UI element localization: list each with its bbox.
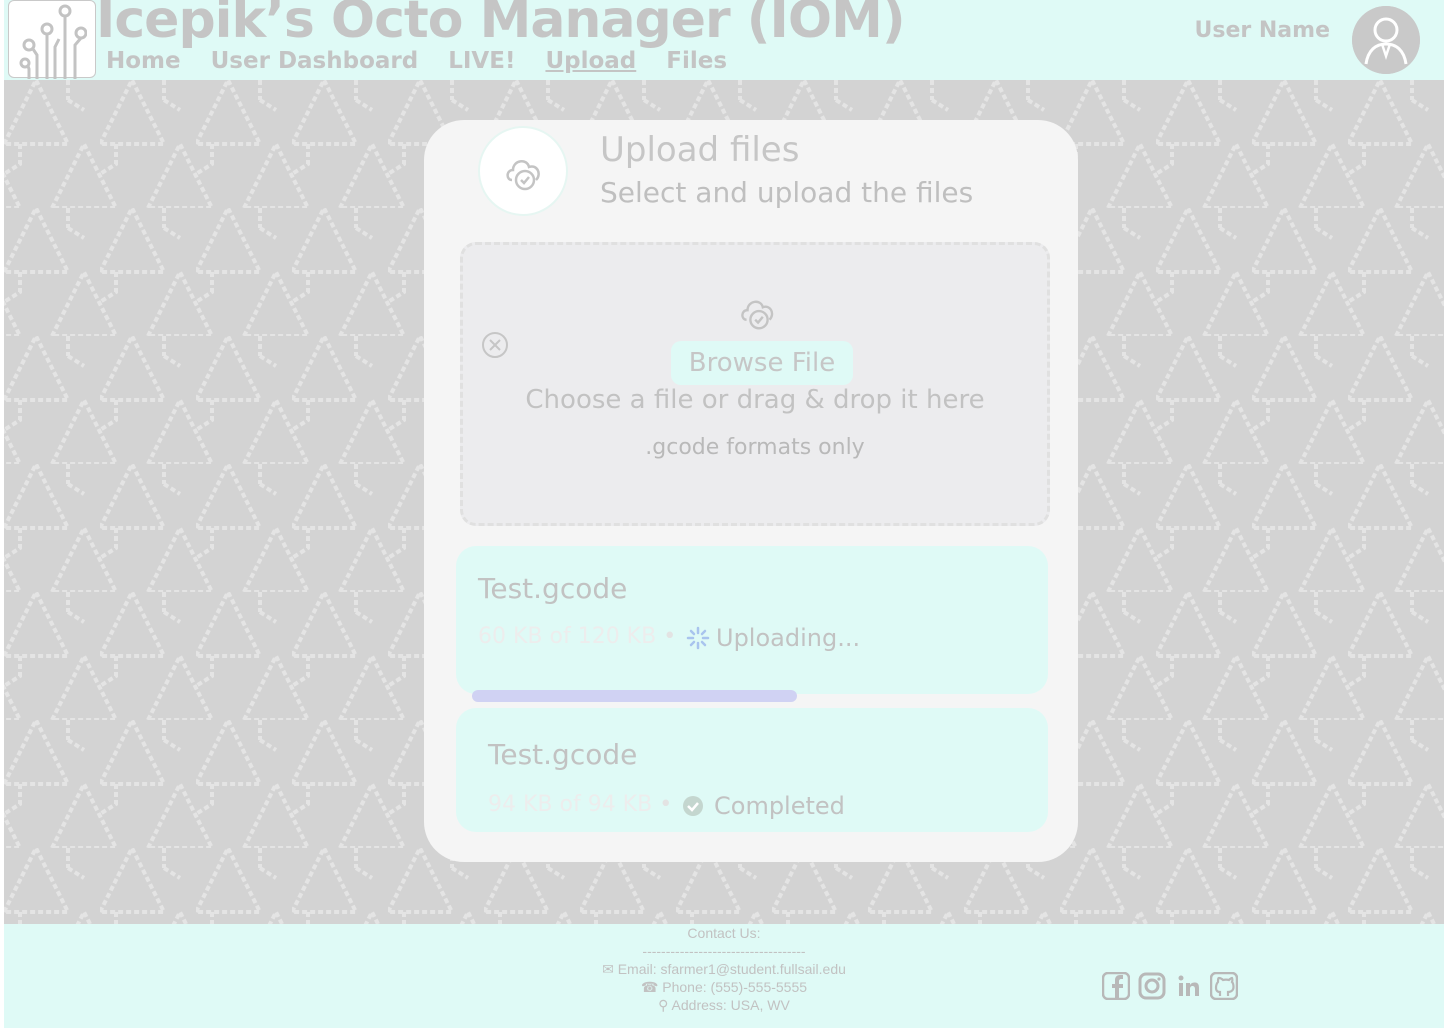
nav-home[interactable]: Home xyxy=(106,48,181,74)
cloud-upload-icon xyxy=(741,300,774,330)
file-status: Uploading... xyxy=(686,624,860,652)
file-item-uploading: Test.gcode 60 KB of 120 KB • Uploading..… xyxy=(456,546,1048,702)
file-dropzone[interactable]: Browse File Choose a file or drag & drop… xyxy=(460,242,1050,526)
location-pin-icon: ⚲ xyxy=(658,997,672,1013)
file-size: 60 KB of 120 KB • xyxy=(478,624,677,649)
phone-icon: ☎ xyxy=(640,979,663,995)
social-links xyxy=(1101,971,1246,1001)
card-title: Upload files xyxy=(600,130,800,170)
file-name: Test.gcode xyxy=(478,572,628,605)
main-nav: Home User Dashboard LIVE! Upload Files xyxy=(106,48,757,74)
github-icon[interactable] xyxy=(1209,971,1239,1001)
main-content: Upload files Select and upload the files… xyxy=(4,80,1444,924)
contact-divider: ----------------------------------- xyxy=(642,943,806,959)
file-size: 94 KB of 94 KB • xyxy=(488,792,673,817)
email-icon: ✉ xyxy=(602,961,618,977)
check-circle-icon xyxy=(683,796,703,816)
upload-card-badge xyxy=(478,126,568,216)
dropzone-instruction: Choose a file or drag & drop it here xyxy=(525,385,985,415)
nav-upload[interactable]: Upload xyxy=(545,48,636,74)
card-subtitle: Select and upload the files xyxy=(600,176,974,209)
contact-heading: Contact Us: xyxy=(687,925,761,941)
top-navbar: Icepik’s Octo Manager (IOM) Home User Da… xyxy=(4,0,1444,80)
app-title: Icepik’s Octo Manager (IOM) xyxy=(96,0,906,50)
spinner-icon xyxy=(686,626,710,650)
cloud-check-icon xyxy=(506,160,540,191)
upload-progress-fill xyxy=(472,690,797,702)
file-item-completed: Test.gcode 94 KB of 94 KB • Completed xyxy=(456,708,1048,832)
contact-info: Contact Us: ----------------------------… xyxy=(4,924,1444,1014)
browse-file-button[interactable]: Browse File xyxy=(671,341,853,385)
nav-user-dashboard[interactable]: User Dashboard xyxy=(211,48,419,74)
dropzone-formats-note: .gcode formats only xyxy=(645,435,865,460)
user-avatar-icon xyxy=(1352,6,1420,74)
instagram-icon[interactable] xyxy=(1138,972,1166,1000)
file-name: Test.gcode xyxy=(488,738,638,771)
linkedin-icon[interactable] xyxy=(1174,972,1202,1000)
upload-card: Upload files Select and upload the files… xyxy=(424,120,1078,862)
user-name[interactable]: User Name xyxy=(1195,18,1331,43)
close-icon[interactable] xyxy=(481,331,509,359)
footer: Contact Us: ----------------------------… xyxy=(4,924,1444,1028)
user-avatar[interactable] xyxy=(1352,6,1420,74)
nav-files[interactable]: Files xyxy=(666,48,727,74)
nav-live[interactable]: LIVE! xyxy=(448,48,515,74)
file-status: Completed xyxy=(682,792,845,820)
app-logo[interactable] xyxy=(8,0,96,79)
facebook-icon[interactable] xyxy=(1101,971,1131,1001)
upload-progress-bar xyxy=(472,690,1032,702)
circuit-logo-icon xyxy=(19,4,87,79)
